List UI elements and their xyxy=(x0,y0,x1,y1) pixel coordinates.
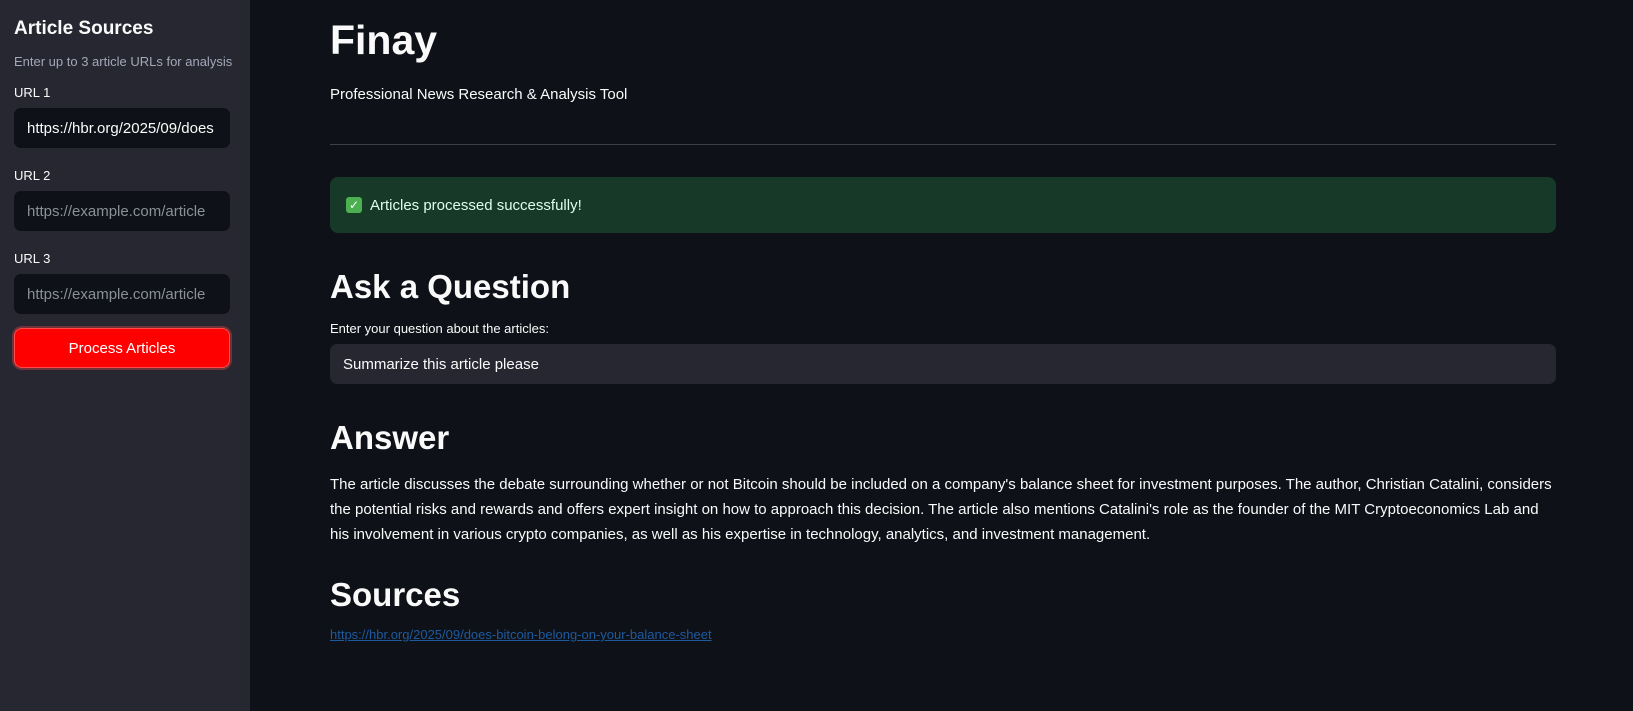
source-link[interactable]: https://hbr.org/2025/09/does-bitcoin-bel… xyxy=(330,627,712,642)
url-2-input[interactable] xyxy=(14,191,230,231)
url-1-label: URL 1 xyxy=(14,85,51,100)
answer-text: The article discusses the debate surroun… xyxy=(330,476,1552,543)
check-icon: ✓ xyxy=(346,197,362,213)
success-alert: ✓ Articles processed successfully! xyxy=(330,177,1556,233)
sidebar-caption: Enter up to 3 article URLs for analysis xyxy=(14,54,233,69)
main-content: Finay Professional News Research & Analy… xyxy=(330,0,1556,644)
process-articles-button[interactable]: Process Articles xyxy=(14,328,230,368)
page-title: Finay xyxy=(330,17,438,63)
page-subtitle: Professional News Research & Analysis To… xyxy=(330,86,628,103)
url-3-label: URL 3 xyxy=(14,251,51,266)
divider xyxy=(330,144,1556,145)
answer-heading: Answer xyxy=(330,419,450,456)
sidebar-title: Article Sources xyxy=(14,18,154,39)
url-2-label: URL 2 xyxy=(14,168,51,183)
success-alert-text: Articles processed successfully! xyxy=(370,196,582,214)
sidebar: Article Sources Enter up to 3 article UR… xyxy=(0,0,250,711)
question-input[interactable] xyxy=(330,344,1556,384)
url-3-input[interactable] xyxy=(14,274,230,314)
question-input-label: Enter your question about the articles: xyxy=(330,321,549,336)
sources-heading: Sources xyxy=(330,576,461,613)
url-1-input[interactable] xyxy=(14,108,230,148)
ask-question-heading: Ask a Question xyxy=(330,268,571,305)
